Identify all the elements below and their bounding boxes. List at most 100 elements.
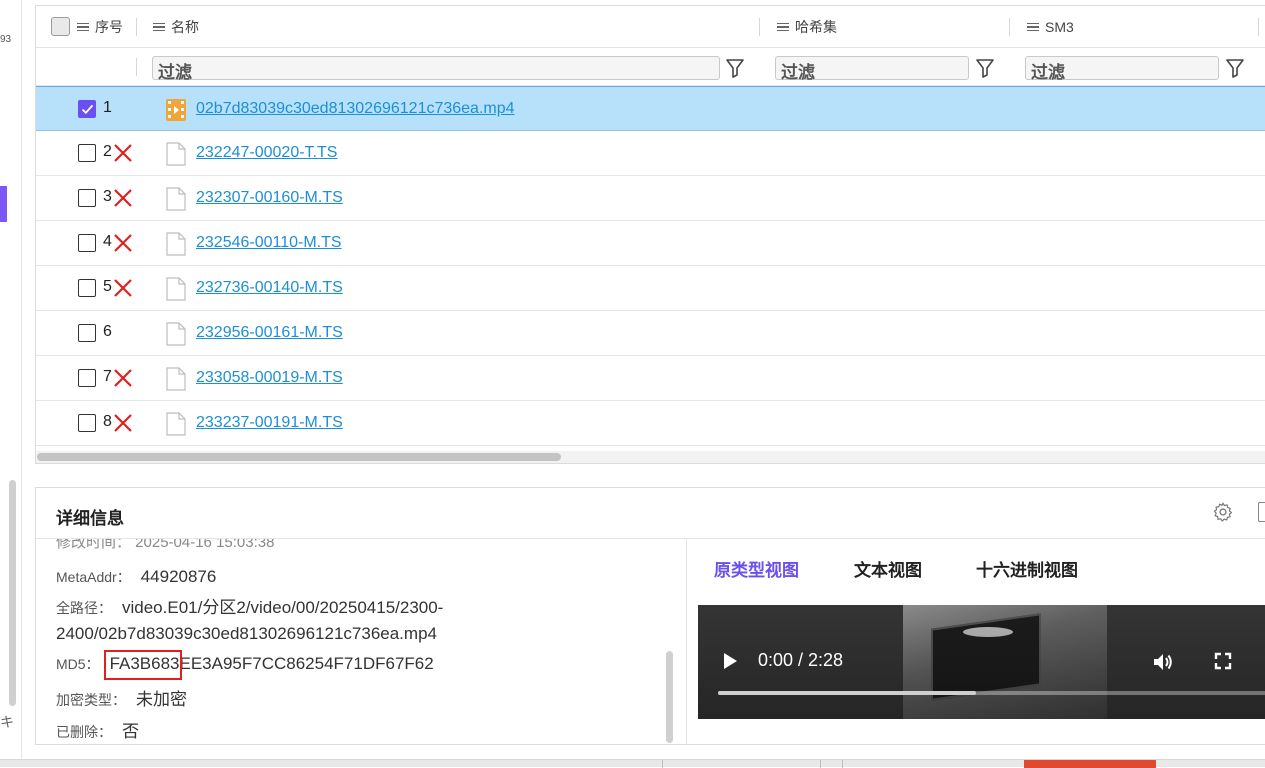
gear-icon[interactable]	[1212, 501, 1234, 523]
details-panel: 详细信息 修改时间： 2025-04-16 15:03:38 MetaAddr：…	[35, 487, 1265, 745]
left-scrollbar[interactable]	[9, 480, 16, 706]
file-icon	[166, 412, 186, 436]
select-all-checkbox[interactable]	[51, 17, 70, 36]
column-separator	[136, 58, 137, 76]
row-checkbox[interactable]	[78, 234, 96, 252]
panel-toggle-icon[interactable]	[1258, 502, 1265, 522]
field-value: 未加密	[136, 690, 187, 709]
deleted-x-icon	[114, 369, 132, 387]
filter-row: 过滤 过滤 过滤	[36, 48, 1265, 86]
row-index: 4	[103, 233, 112, 250]
details-scrollbar[interactable]	[666, 651, 673, 743]
table-row[interactable]: 3 232307-00160-M.TS	[36, 176, 1265, 221]
tab-native-view[interactable]: 原类型视图	[714, 556, 799, 581]
table-row[interactable]: 8 233237-00191-M.TS	[36, 401, 1265, 446]
row-checkbox[interactable]	[78, 414, 96, 432]
row-checkbox[interactable]	[78, 369, 96, 387]
details-title: 详细信息	[56, 509, 124, 528]
play-icon[interactable]	[724, 653, 737, 669]
column-separator	[136, 18, 137, 36]
left-glyph-fragment: キ	[0, 714, 14, 730]
encryption-type-field: 加密类型： 未加密	[56, 685, 187, 710]
column-separator	[1009, 18, 1010, 36]
filter-icon[interactable]	[726, 58, 744, 78]
meta-addr-field: MetaAddr： 44920876	[56, 567, 216, 587]
file-name-link[interactable]: 232307-00160-M.TS	[196, 189, 343, 207]
scrollbar-thumb[interactable]	[37, 453, 561, 461]
file-name-link[interactable]: 02b7d83039c30ed81302696121c736ea.mp4	[196, 100, 515, 118]
table-row[interactable]: 4 232546-00110-M.TS	[36, 221, 1265, 266]
table-row[interactable]: 7 233058-00019-M.TS	[36, 356, 1265, 401]
column-separator	[759, 18, 760, 36]
left-text-fragment: 93	[0, 34, 12, 45]
full-path-field: 全路径： video.E01/分区2/video/00/20250415/2300…	[56, 595, 676, 647]
volume-icon[interactable]	[1152, 651, 1174, 673]
file-name-link[interactable]: 232956-00161-M.TS	[196, 324, 343, 342]
file-name-link[interactable]: 233237-00191-M.TS	[196, 414, 343, 432]
video-player[interactable]: 0:00 / 2:28	[698, 605, 1265, 719]
grid-header: 序号 名称 哈希集 SM3	[36, 6, 1265, 48]
file-icon	[166, 322, 186, 346]
column-label: SM3	[1045, 19, 1074, 35]
file-name-link[interactable]: 232736-00140-M.TS	[196, 279, 343, 297]
video-file-icon	[166, 99, 186, 121]
column-header-hashset[interactable]: 哈希集	[777, 6, 837, 48]
column-header-sm3[interactable]: SM3	[1027, 6, 1074, 48]
fullscreen-icon[interactable]	[1213, 651, 1233, 671]
column-menu-icon	[77, 21, 89, 34]
left-selected-indicator	[0, 186, 7, 222]
file-name-link[interactable]: 233058-00019-M.TS	[196, 369, 343, 387]
video-progress-fill	[718, 691, 976, 695]
column-label: 序号	[95, 19, 123, 35]
column-header-name[interactable]: 名称	[153, 6, 199, 48]
row-index: 5	[103, 278, 112, 295]
table-row[interactable]: 2 232247-00020-T.TS	[36, 131, 1265, 176]
deleted-field: 已删除： 否	[56, 717, 139, 742]
column-separator	[1258, 18, 1259, 36]
video-progress-bar[interactable]	[718, 691, 1265, 695]
column-header-index[interactable]: 序号	[77, 6, 123, 48]
row-checkbox[interactable]	[78, 144, 96, 162]
file-icon	[166, 367, 186, 391]
field-label: 已删除：	[56, 724, 112, 740]
file-icon	[166, 142, 186, 166]
name-filter-input[interactable]: 过滤	[152, 56, 720, 82]
column-label: 哈希集	[795, 19, 837, 35]
row-index: 6	[103, 323, 112, 340]
file-name-link[interactable]: 232546-00110-M.TS	[196, 234, 342, 252]
field-value: 否	[122, 722, 139, 741]
md5-highlight-box	[104, 650, 182, 680]
grid-horizontal-scrollbar[interactable]	[36, 451, 1265, 463]
column-menu-icon	[153, 21, 165, 34]
tab-hex-view[interactable]: 十六进制视图	[976, 556, 1078, 581]
row-checkbox[interactable]	[78, 279, 96, 297]
field-value: 44920876	[140, 567, 217, 586]
row-index: 7	[103, 368, 112, 385]
file-icon	[166, 232, 186, 256]
filter-icon[interactable]	[1226, 58, 1244, 78]
file-name-link[interactable]: 232247-00020-T.TS	[196, 144, 337, 162]
field-label: 加密类型：	[56, 692, 126, 708]
modified-time-clipped: 修改时间： 2025-04-16 15:03:38	[56, 539, 275, 551]
row-index: 1	[103, 99, 112, 116]
details-info: 修改时间： 2025-04-16 15:03:38 MetaAddr： 44920…	[36, 539, 687, 744]
file-icon	[166, 277, 186, 301]
sm3-filter-input[interactable]: 过滤	[1025, 56, 1219, 82]
hashset-filter-input[interactable]: 过滤	[775, 56, 969, 82]
table-row[interactable]: 5 232736-00140-M.TS	[36, 266, 1265, 311]
bottom-toolbar-edge	[0, 759, 1265, 768]
field-label: MetaAddr：	[56, 569, 131, 585]
tab-text-view[interactable]: 文本视图	[854, 556, 922, 581]
row-index: 8	[103, 413, 112, 430]
table-row[interactable]: 1 02b7d83039c30ed81302696121c736ea.mp4	[36, 86, 1265, 131]
deleted-x-icon	[114, 189, 132, 207]
row-checkbox[interactable]	[78, 189, 96, 207]
field-label: MD5：	[56, 656, 100, 672]
row-index: 3	[103, 188, 112, 205]
row-checkbox[interactable]	[78, 324, 96, 342]
table-row[interactable]: 6 232956-00161-M.TS	[36, 311, 1265, 356]
row-checkbox[interactable]	[78, 100, 96, 118]
filter-icon[interactable]	[976, 58, 994, 78]
field-label: 全路径：	[56, 600, 112, 616]
file-grid: 序号 名称 哈希集 SM3 过滤 过滤 过滤 1 02b7d83039c30ed8…	[35, 5, 1265, 464]
